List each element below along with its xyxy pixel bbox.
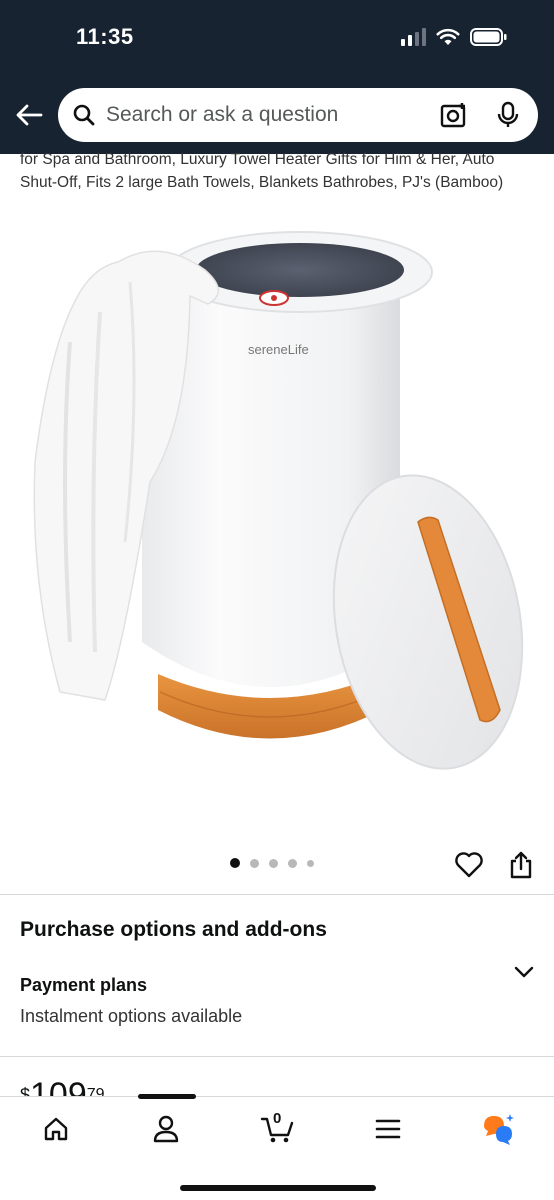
nav-menu[interactable]: [368, 1109, 408, 1149]
cart-count-badge: 0: [273, 1110, 282, 1127]
share-icon: [510, 851, 532, 879]
back-button[interactable]: [12, 98, 46, 132]
carousel-dot[interactable]: [269, 858, 278, 868]
rufus-icon: [484, 1114, 514, 1145]
purchase-options-title: Purchase options and add-ons: [20, 918, 327, 941]
cellular-signal-icon: [401, 28, 426, 46]
payment-plans-subtitle: Instalment options available: [20, 1006, 243, 1026]
menu-icon: [375, 1119, 401, 1139]
wishlist-button[interactable]: [454, 851, 484, 884]
app-header: 11:35: [0, 0, 554, 154]
status-icons: [401, 27, 508, 47]
heart-icon: [455, 852, 483, 878]
nav-cart[interactable]: 0: [258, 1109, 298, 1149]
camera-search-icon[interactable]: [440, 101, 468, 129]
carousel-dot[interactable]: [250, 858, 259, 868]
bottom-nav: 0: [0, 1094, 554, 1200]
home-indicator: [180, 1185, 376, 1191]
search-bar[interactable]: [58, 88, 538, 142]
carousel-dot[interactable]: [307, 859, 314, 867]
price-fraction: 79: [86, 1086, 105, 1096]
nav-rufus[interactable]: [478, 1109, 518, 1149]
nav-account[interactable]: [146, 1109, 186, 1149]
search-input[interactable]: [106, 103, 406, 127]
wifi-icon: [436, 28, 460, 45]
status-time: 11:35: [76, 24, 134, 49]
towel-warmer-image: sereneLife: [33, 231, 524, 770]
account-icon: [153, 1115, 179, 1143]
carousel-dot[interactable]: [288, 858, 297, 868]
nav-home[interactable]: [36, 1109, 76, 1149]
microphone-icon[interactable]: [496, 101, 520, 129]
search-row: [0, 86, 554, 144]
share-button[interactable]: [508, 850, 534, 885]
product-title[interactable]: for Spa and Bathroom, Luxury Towel Heate…: [20, 148, 535, 218]
home-icon: [44, 1117, 68, 1141]
product-image[interactable]: sereneLife: [0, 222, 554, 842]
divider: [0, 1056, 554, 1057]
battery-icon: [470, 28, 507, 46]
chevron-down-icon: [514, 966, 534, 978]
back-arrow-icon: [16, 104, 43, 126]
payment-plans-title[interactable]: Payment plans: [20, 975, 147, 996]
price-whole: 109: [30, 1078, 87, 1096]
carousel-dots[interactable]: [230, 858, 314, 868]
divider: [0, 894, 554, 895]
carousel-dot[interactable]: [230, 858, 240, 868]
status-bar: 11:35: [0, 0, 554, 80]
active-tab-indicator: [138, 1094, 196, 1099]
price-symbol: $: [20, 1085, 31, 1096]
payment-plans-expand-button[interactable]: [512, 963, 536, 986]
brand-label: sereneLife: [248, 342, 309, 357]
price: $10979: [20, 1078, 105, 1096]
search-icon: [73, 104, 95, 126]
